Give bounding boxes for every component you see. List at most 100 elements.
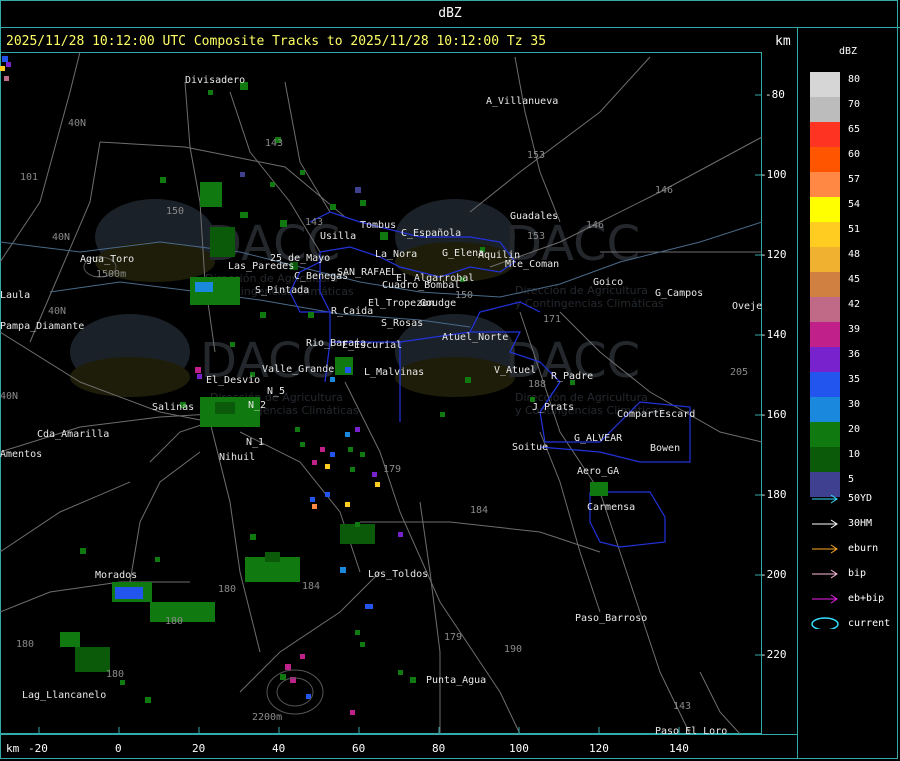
place-label: Paso_El_Loro [655,726,727,734]
route-label: 180 [16,639,34,650]
route-label: 101 [20,172,38,183]
y-axis-unit: km [775,34,791,49]
y-tick-label: -80 [765,88,785,101]
place-label: Valle_Grande [262,364,334,375]
legend-level-label: 65 [848,124,861,135]
x-tick-label: 0 [115,742,122,755]
route-label: 40N [68,118,86,129]
route-label: 184 [302,581,320,592]
place-label: Salinas [152,402,194,413]
y-tick-label: -180 [760,488,787,501]
track-label: eburn [848,543,879,554]
legend-swatch-20 [810,422,840,447]
legend-swatch-10 [810,447,840,472]
legend-level-label: 5 [848,474,855,485]
place-label: Bowen [650,443,680,454]
legend-level-label: 57 [848,174,861,185]
route-label: 180 [106,669,124,680]
track-label: bip [848,568,867,579]
place-label: Las_Paredes [228,261,294,272]
legend-swatch-42 [810,297,840,322]
track-symbol-current [811,617,839,629]
route-label: 143 [305,217,323,228]
route-label: 150 [455,290,473,301]
legend-swatch-35 [810,372,840,397]
track-label: 30HM [848,518,873,529]
place-label: N_5 [267,386,285,397]
place-label: R_Padre [551,371,593,382]
track-label: 50YD [848,493,873,504]
legend-level-label: 60 [848,149,861,160]
track-symbol-eburn [812,544,838,554]
place-label: Cuadro_Bombal [382,280,460,291]
route-label: 40N [52,232,70,243]
place-label: Aero_GA [577,466,619,477]
route-label: 180 [218,584,236,595]
route-label: 40N [48,306,66,317]
x-tick-label: 40 [272,742,286,755]
route-label: 150 [166,206,184,217]
x-tick-label: -20 [28,742,48,755]
legend-swatch-30 [810,397,840,422]
place-label: Goudge [420,298,456,309]
place-label: S_Pintada [255,285,309,296]
legend-level-label: 51 [848,224,861,235]
place-label: Atuel_Norte [442,332,508,343]
track-symbol-50YD [812,494,838,504]
place-label: Goico [593,277,623,288]
route-label: 153 [527,231,545,242]
x-axis: -20 0 20 40 60 80 100 120 140 [0,734,797,761]
radar-map[interactable]: DACC Dirección de Agricultura y Continge… [0,52,762,734]
route-label: 179 [383,464,401,475]
place-label: N_2 [248,400,266,411]
place-label: A_Villanueva [486,96,558,107]
place-label: Guadales [510,211,558,222]
place-label: Soitue [512,442,548,453]
x-axis-unit: km [6,742,20,755]
place-label: Los_Toldos [368,569,428,580]
legend-swatch-80 [810,72,840,97]
route-label: 40N [0,391,18,402]
x-tick-label: 60 [352,742,366,755]
y-tick-label: -160 [760,408,787,421]
place-label: Mte_Coman [505,259,559,270]
place-label: G_ALVEAR [574,433,623,444]
track-label: eb+bip [848,593,885,604]
place-label: Cda_Amarilla [37,429,109,440]
place-label: Agua_Toro [80,254,134,265]
place-label: V_Atuel [494,365,536,376]
legend-swatch-51 [810,222,840,247]
legend-level-label: 30 [848,399,861,410]
legend-swatch-70 [810,97,840,122]
route-label: 2200m [252,712,282,723]
legend-level-label: 35 [848,374,861,385]
route-label: 153 [527,150,545,161]
legend-swatch-45 [810,272,840,297]
y-tick-label: -140 [760,328,787,341]
place-label: Usilla [320,231,356,242]
legend-swatch-57 [810,172,840,197]
legend-level-label: 54 [848,199,861,210]
place-label: Ovejero [732,301,762,312]
route-label: 179 [444,632,462,643]
place-label: La_Nora [375,249,417,260]
legend-level-label: 42 [848,299,861,310]
route-label: 205 [730,367,748,378]
wm2-line1: Dirección de Agricultura [515,284,648,297]
route-label: 146 [655,185,673,196]
wm2-line2: y Contingencias Climáticas [515,297,664,310]
y-tick-label: -220 [760,648,787,661]
y-tick-label: -200 [760,568,787,581]
place-label: R_Caida [331,306,373,317]
x-tick-label: 100 [509,742,529,755]
place-label: J_Prats [532,402,574,413]
legend-swatch-60 [810,147,840,172]
legend-level-label: 36 [848,349,861,360]
legend-level-label: 10 [848,449,861,460]
place-label: El_Desvio [206,375,260,386]
legend-title: dBZ [838,46,858,57]
legend-level-label: 48 [848,249,861,260]
x-tick-label: 80 [432,742,446,755]
route-label: 190 [504,644,522,655]
route-label: 1500m [96,269,126,280]
